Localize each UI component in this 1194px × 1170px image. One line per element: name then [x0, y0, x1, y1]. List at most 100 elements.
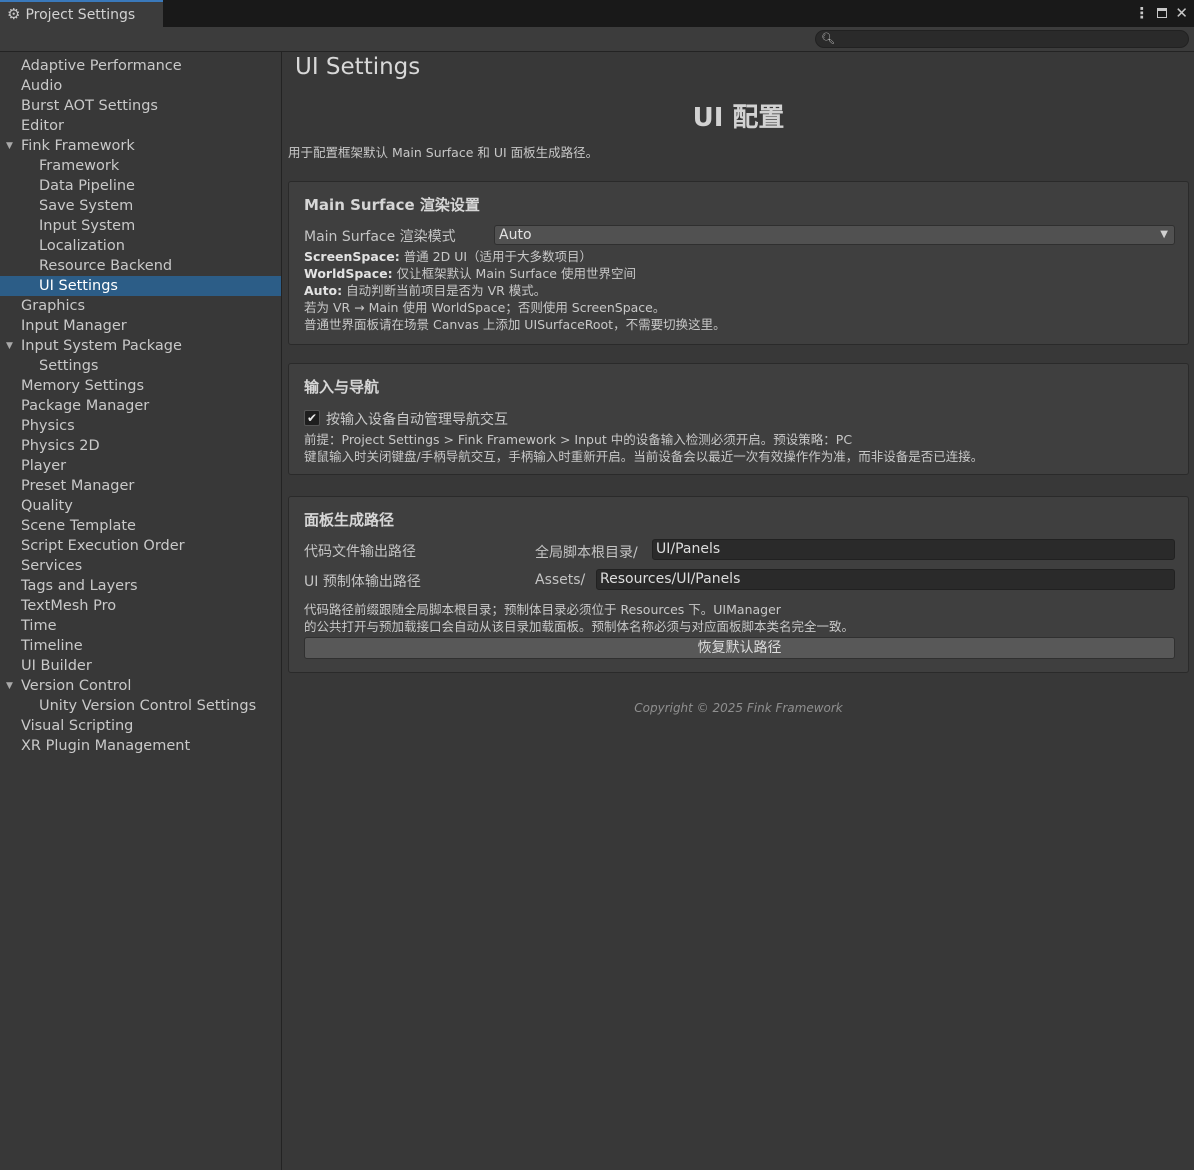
sidebar-item[interactable]: ▼ Input System Package: [0, 336, 281, 356]
window-controls: ⋮ ✕: [1134, 3, 1188, 23]
close-icon[interactable]: ✕: [1175, 3, 1188, 23]
sidebar-item[interactable]: Memory Settings: [0, 376, 281, 396]
sidebar-item-label: Physics: [21, 418, 75, 434]
sidebar-item[interactable]: Script Execution Order: [0, 536, 281, 556]
maximize-icon[interactable]: [1157, 8, 1168, 18]
sidebar-item[interactable]: Adaptive Performance: [0, 56, 281, 76]
sidebar-item[interactable]: Package Manager: [0, 396, 281, 416]
expand-arrow-icon[interactable]: ▼: [6, 336, 13, 356]
sidebar-item[interactable]: XR Plugin Management: [0, 736, 281, 756]
sidebar-item[interactable]: Editor: [0, 116, 281, 136]
sidebar-item[interactable]: Input Manager: [0, 316, 281, 336]
sidebar-item[interactable]: Player: [0, 456, 281, 476]
hero-title: UI 配置: [692, 103, 785, 133]
panel-path-panel: 面板生成路径 代码文件输出路径 全局脚本根目录/ UI/Panels UI 预制…: [288, 496, 1189, 673]
page-title: UI Settings: [295, 54, 421, 80]
sidebar-item[interactable]: Tags and Layers: [0, 576, 281, 596]
sidebar-item-label: Burst AOT Settings: [21, 98, 158, 114]
sidebar-item-label: UI Settings: [39, 278, 118, 294]
sidebar-item[interactable]: Framework: [0, 156, 281, 176]
prefab-path-prefix: Assets/: [535, 572, 586, 588]
sidebar-item[interactable]: UI Settings: [0, 276, 281, 296]
sidebar-item[interactable]: Unity Version Control Settings: [0, 696, 281, 716]
render-mode-info: ScreenSpace: 普通 2D UI（适用于大多数项目） WorldSpa…: [304, 248, 726, 333]
sidebar-item-label: Save System: [39, 198, 134, 214]
render-mode-value: Auto: [499, 227, 532, 243]
sidebar-item-label: Physics 2D: [21, 438, 100, 454]
sidebar-item[interactable]: ▼ Version Control: [0, 676, 281, 696]
sidebar-item[interactable]: Graphics: [0, 296, 281, 316]
sidebar-item-label: Version Control: [21, 678, 132, 694]
sidebar-item[interactable]: Time: [0, 616, 281, 636]
code-path-field[interactable]: UI/Panels: [652, 539, 1175, 560]
sidebar-item[interactable]: Localization: [0, 236, 281, 256]
sidebar-item[interactable]: Scene Template: [0, 516, 281, 536]
path-info: 代码路径前缀跟随全局脚本根目录；预制体目录必须位于 Resources 下。UI…: [304, 601, 854, 635]
sidebar-item[interactable]: Resource Backend: [0, 256, 281, 276]
info-line: 的公共打开与预加载接口会自动从该目录加载面板。预制体名称必须与对应面板脚本类名完…: [304, 619, 855, 634]
sidebar-item-label: Visual Scripting: [21, 718, 134, 734]
sidebar-item-label: Input System: [39, 218, 136, 234]
expand-arrow-icon[interactable]: ▼: [6, 136, 13, 156]
sidebar-item[interactable]: Physics 2D: [0, 436, 281, 456]
info-line: 代码路径前缀跟随全局脚本根目录；预制体目录必须位于 Resources 下。UI…: [304, 602, 781, 617]
info-line: WorldSpace: 仅让框架默认 Main Surface 使用世界空间: [304, 266, 636, 281]
search-box[interactable]: 🔍︎: [815, 30, 1189, 49]
sidebar-item-label: Graphics: [21, 298, 86, 314]
sidebar-item-label: Unity Version Control Settings: [39, 698, 257, 714]
more-options-icon[interactable]: ⋮: [1134, 3, 1149, 23]
input-section-title: 输入与导航: [304, 378, 380, 396]
sidebar-item[interactable]: Audio: [0, 76, 281, 96]
render-section-title: Main Surface 渲染设置: [304, 196, 480, 214]
window-tab-bar: ⚙ Project Settings ⋮ ✕: [0, 0, 1194, 27]
sidebar-item-label: Tags and Layers: [21, 578, 138, 594]
sidebar-item[interactable]: Preset Manager: [0, 476, 281, 496]
toolbar: 🔍︎: [0, 27, 1194, 52]
expand-arrow-icon[interactable]: ▼: [6, 676, 13, 696]
sidebar-item-label: Input System Package: [21, 338, 182, 354]
sidebar-item[interactable]: ▼ Fink Framework: [0, 136, 281, 156]
copyright-text: Copyright © 2025 Fink Framework: [634, 701, 843, 715]
sidebar-item-label: Preset Manager: [21, 478, 135, 494]
sidebar-item-label: Input Manager: [21, 318, 127, 334]
sidebar-item-label: Localization: [39, 238, 125, 254]
code-path-label: 代码文件输出路径: [304, 544, 416, 560]
sidebar-item[interactable]: Physics: [0, 416, 281, 436]
sidebar-item-label: Framework: [39, 158, 120, 174]
settings-sidebar: Adaptive Performance Audio Burst AOT Setti…: [0, 52, 282, 1170]
sidebar-item[interactable]: Burst AOT Settings: [0, 96, 281, 116]
sidebar-item-label: Timeline: [21, 638, 83, 654]
sidebar-item[interactable]: Quality: [0, 496, 281, 516]
sidebar-item-label: Fink Framework: [21, 138, 135, 154]
info-line: Auto: 自动判断当前项目是否为 VR 模式。: [304, 283, 547, 298]
project-settings-tab[interactable]: ⚙ Project Settings: [0, 0, 163, 27]
search-icon: 🔍︎: [821, 32, 835, 45]
auto-navigation-checkbox[interactable]: ✔: [304, 410, 320, 426]
auto-navigation-label[interactable]: 按输入设备自动管理导航交互: [326, 409, 508, 429]
info-line: 若为 VR → Main 使用 WorldSpace；否则使用 ScreenSp…: [304, 300, 666, 315]
sidebar-item-label: Settings: [39, 358, 99, 374]
path-section-title: 面板生成路径: [304, 511, 395, 529]
prefab-path-field[interactable]: Resources/UI/Panels: [596, 569, 1175, 590]
sidebar-item[interactable]: Timeline: [0, 636, 281, 656]
sidebar-item[interactable]: Settings: [0, 356, 281, 376]
info-line: 普通世界面板请在场景 Canvas 上添加 UISurfaceRoot，不需要切…: [304, 317, 726, 332]
sidebar-item[interactable]: Input System: [0, 216, 281, 236]
prefab-path-label: UI 预制体输出路径: [304, 574, 421, 590]
sidebar-item[interactable]: TextMesh Pro: [0, 596, 281, 616]
sidebar-item-label: Script Execution Order: [21, 538, 185, 554]
sidebar-item[interactable]: Save System: [0, 196, 281, 216]
reset-paths-button[interactable]: 恢复默认路径: [304, 637, 1175, 659]
sidebar-item-label: UI Builder: [21, 658, 92, 674]
sidebar-item[interactable]: Services: [0, 556, 281, 576]
render-mode-dropdown[interactable]: Auto ▼: [494, 225, 1175, 245]
sidebar-item[interactable]: Visual Scripting: [0, 716, 281, 736]
page-description: 用于配置框架默认 Main Surface 和 UI 面板生成路径。: [288, 145, 599, 160]
sidebar-item[interactable]: UI Builder: [0, 656, 281, 676]
gear-icon: ⚙: [7, 5, 21, 23]
sidebar-item-label: Package Manager: [21, 398, 150, 414]
sidebar-item-label: Audio: [21, 78, 63, 94]
search-input[interactable]: [838, 31, 1182, 49]
sidebar-item[interactable]: Data Pipeline: [0, 176, 281, 196]
render-settings-panel: Main Surface 渲染设置 Main Surface 渲染模式 Auto…: [288, 181, 1189, 345]
